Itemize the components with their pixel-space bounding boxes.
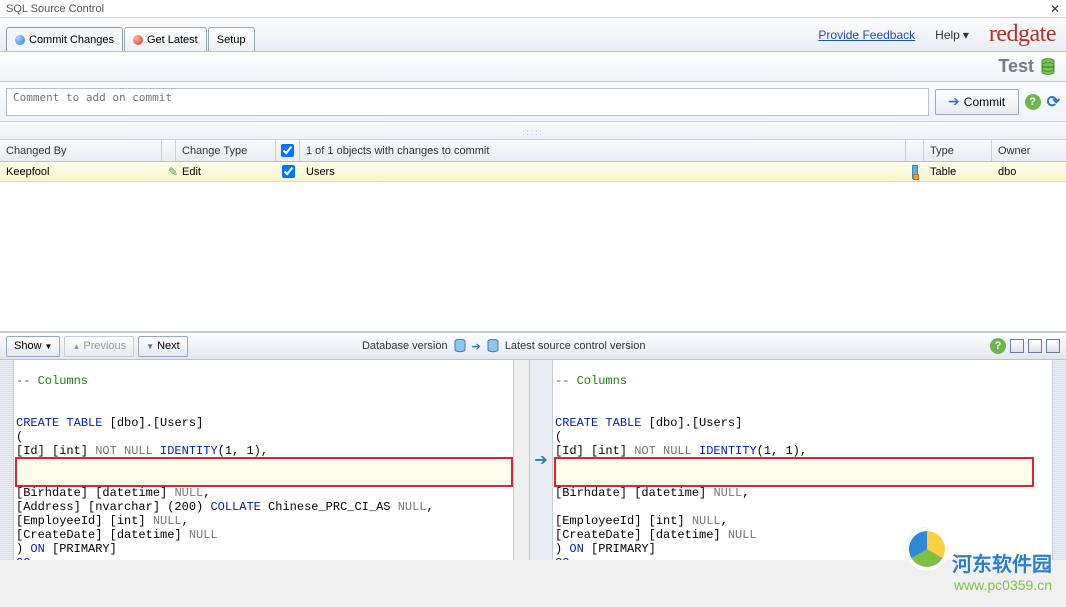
splitter-top[interactable]: ::::: [0, 122, 1066, 140]
database-icon [487, 339, 499, 353]
arrow-right-icon: ➔ [948, 93, 960, 110]
header-row: Commit Changes Get Latest Setup Provide … [0, 18, 1066, 52]
title-bar: SQL Source Control ✕ [0, 0, 1066, 18]
arrow-down-icon: ▼ [146, 342, 154, 351]
help-menu[interactable]: Help ▾ [935, 28, 969, 42]
col-type[interactable]: Type [924, 140, 992, 161]
help-icon[interactable]: ? [990, 338, 1006, 354]
show-button[interactable]: Show▼ [6, 336, 60, 357]
col-icon1[interactable] [162, 140, 176, 161]
diff-center-arrow: ➔ [529, 360, 553, 560]
col-select-all[interactable] [276, 140, 300, 161]
left-scrollbar[interactable] [513, 360, 529, 560]
commit-button[interactable]: ➔ Commit [935, 89, 1019, 115]
header-right: Provide Feedback Help ▾ redgate [818, 21, 1066, 48]
row-checkbox[interactable] [282, 165, 295, 178]
grid-header: Changed By Change Type 1 of 1 objects wi… [0, 140, 1066, 162]
tab-label: Commit Changes [29, 34, 114, 46]
close-icon[interactable]: ✕ [1050, 2, 1060, 16]
chevron-down-icon: ▾ [963, 28, 969, 42]
cell-type: Table [924, 162, 992, 181]
layout-toggle-1[interactable] [1010, 339, 1024, 353]
diff-panes: -- Columns CREATE TABLE [dbo].[Users] ( … [0, 360, 1066, 560]
layout-toggle-3[interactable] [1046, 339, 1060, 353]
diff-version-label: Database version ➔ Latest source control… [362, 339, 645, 353]
database-name: Test [998, 56, 1034, 77]
tab-setup[interactable]: Setup [208, 27, 255, 51]
commit-row: ➔ Commit ? ⟳ [0, 82, 1066, 122]
cell-change-type: Edit [176, 162, 276, 181]
col-summary[interactable]: 1 of 1 objects with changes to commit [300, 140, 906, 161]
select-all-checkbox[interactable] [281, 144, 294, 157]
diff-highlight-left [15, 457, 513, 487]
grid-body-empty [0, 182, 1066, 332]
chevron-down-icon: ▼ [45, 342, 53, 351]
previous-button[interactable]: ▲Previous [64, 336, 134, 357]
left-code-pane[interactable]: -- Columns CREATE TABLE [dbo].[Users] ( … [14, 360, 513, 560]
cell-obj-icon [906, 162, 924, 181]
cell-edit-icon: ✎ [162, 162, 176, 181]
table-icon [912, 165, 918, 179]
sub-header: Test [0, 52, 1066, 82]
table-row[interactable]: Keepfool ✎ Edit Users Table dbo [0, 162, 1066, 182]
help-icon[interactable]: ? [1025, 94, 1041, 110]
layout-toggle-2[interactable] [1028, 339, 1042, 353]
watermark-text2: www.pc0359.cn [954, 577, 1052, 593]
arrow-up-icon: ▲ [72, 342, 80, 351]
blue-dot-icon [15, 35, 25, 45]
col-icon2[interactable] [906, 140, 924, 161]
left-gutter[interactable] [0, 360, 14, 560]
red-dot-icon [133, 35, 143, 45]
tab-get-latest[interactable]: Get Latest [124, 27, 207, 51]
provide-feedback-link[interactable]: Provide Feedback [818, 28, 915, 42]
arrow-right-icon: ➔ [472, 340, 481, 353]
commit-button-label: Commit [964, 95, 1005, 109]
cell-checkbox[interactable] [276, 162, 300, 181]
diff-toolbar: Show▼ ▲Previous ▼Next Database version ➔… [0, 332, 1066, 360]
cell-owner: dbo [992, 162, 1066, 181]
refresh-icon[interactable]: ⟳ [1047, 92, 1060, 112]
tab-commit-changes[interactable]: Commit Changes [6, 27, 123, 51]
tab-label: Get Latest [147, 34, 198, 46]
brand-logo: redgate [989, 21, 1056, 48]
right-code-pane[interactable]: -- Columns CREATE TABLE [dbo].[Users] ( … [553, 360, 1052, 560]
commit-comment-input[interactable] [6, 88, 929, 116]
col-change-type[interactable]: Change Type [176, 140, 276, 161]
right-gutter[interactable] [1052, 360, 1066, 560]
diff-highlight-right [554, 457, 1034, 487]
database-icon [1040, 58, 1056, 76]
cell-changed-by: Keepfool [0, 162, 162, 181]
database-icon [454, 339, 466, 353]
cell-object-name: Users [300, 162, 906, 181]
app-title: SQL Source Control [6, 3, 104, 15]
tab-strip: Commit Changes Get Latest Setup [0, 18, 256, 51]
tab-label: Setup [217, 34, 246, 46]
diff-toolbar-right: ? [990, 338, 1060, 354]
next-button[interactable]: ▼Next [138, 336, 188, 357]
col-owner[interactable]: Owner [992, 140, 1066, 161]
col-changed-by[interactable]: Changed By [0, 140, 162, 161]
